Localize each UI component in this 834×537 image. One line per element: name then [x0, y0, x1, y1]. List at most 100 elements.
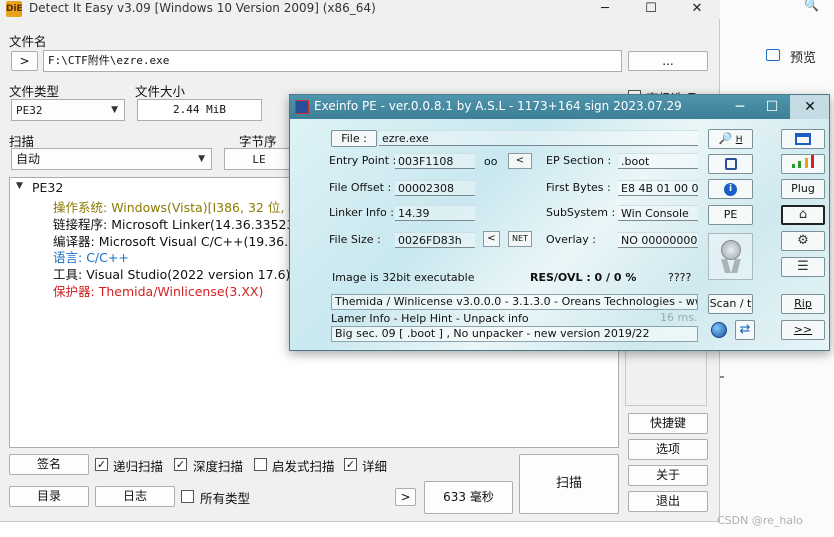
lamer-info-link[interactable]: Lamer Info - Help Hint - Unpack info — [331, 312, 529, 325]
settings-button[interactable]: ⚙ — [781, 231, 825, 251]
home-button[interactable]: ⌂ — [781, 205, 825, 225]
file-offset-value: 00002308 — [395, 180, 475, 196]
unknown-text: ???? — [668, 271, 692, 284]
refresh-icon: ⇄ — [739, 322, 751, 337]
refresh-button[interactable]: ⇄ — [735, 320, 755, 340]
file-size-label: File Size : — [329, 233, 381, 246]
tree-row-value: Windows(Vista)[I386, 32 位, 控制 — [111, 200, 314, 215]
options-button[interactable]: 选项 — [628, 439, 708, 460]
tree-row-value: Microsoft Linker(14.36.33523) — [111, 216, 300, 232]
window-title: Detect It Easy v3.09 [Windows 10 Version… — [29, 1, 376, 15]
tree-row-separator: : — [78, 250, 87, 266]
file-button[interactable]: File : — [331, 130, 377, 147]
ep-section-value: .boot — [618, 153, 698, 169]
all-types-checkbox[interactable] — [181, 490, 194, 503]
tree-row-key: 工具 — [53, 267, 79, 283]
scan-mode-value: 自动 — [16, 152, 41, 166]
watermark: CSDN @re_halo — [717, 514, 803, 527]
tree-root[interactable]: PE32 — [32, 180, 63, 195]
file-name-field: ezre.exe — [379, 130, 698, 146]
pe-button[interactable]: PE — [708, 205, 753, 225]
scan-button[interactable]: 扫描 — [519, 454, 619, 514]
scan-time-text: 16 ms. — [660, 311, 698, 324]
endian-select[interactable]: LE — [224, 148, 294, 170]
plug-button[interactable]: Plug — [781, 179, 825, 199]
exeinfo-logo-icon — [295, 100, 309, 114]
sections-button[interactable] — [708, 154, 753, 174]
about-button[interactable]: 关于 — [628, 465, 708, 486]
ep-prev-button[interactable]: < — [508, 153, 532, 169]
shortcuts-button[interactable]: 快捷键 — [628, 413, 708, 434]
expand-arrow-button[interactable]: > — [395, 488, 416, 506]
title-bar: DiE Detect It Easy v3.09 [Windows 10 Ver… — [0, 0, 720, 19]
bar-chart-icon — [791, 155, 815, 174]
tree-row-key: 链接程序 — [53, 216, 104, 232]
close-button[interactable]: ✕ — [795, 97, 825, 117]
net-button[interactable]: NET — [508, 231, 532, 247]
close-button[interactable]: ✕ — [674, 0, 720, 19]
tree-row-key: 语言 — [53, 250, 79, 266]
exeinfo-title: Exeinfo PE - ver.0.0.8.1 by A.S.L - 1173… — [314, 99, 682, 113]
tree-row-key: 操作系统 — [53, 200, 104, 215]
maximize-button[interactable]: ☐ — [757, 97, 787, 117]
file-path-input[interactable]: F:\CTF附件\ezre.exe — [43, 50, 622, 72]
exeinfo-window: Exeinfo PE - ver.0.0.8.1 by A.S.L - 1173… — [289, 94, 830, 351]
tree-row-separator: : — [78, 267, 87, 283]
linker-info-value: 14.39 — [395, 205, 475, 221]
signature-button[interactable]: 签名 — [9, 454, 89, 475]
directory-button[interactable]: 目录 — [9, 486, 89, 507]
entry-point-label: Entry Point : — [329, 154, 397, 167]
chevron-down-icon: ▼ — [198, 154, 205, 164]
maximize-button[interactable]: ☐ — [628, 0, 674, 19]
first-bytes-label: First Bytes : — [546, 181, 611, 194]
app-logo-icon: DiE — [6, 1, 23, 17]
search-icon[interactable]: 🔍 — [804, 0, 819, 12]
tree-expand-icon[interactable]: ▼ — [16, 181, 23, 191]
stack-icon — [724, 158, 737, 170]
tree-row-separator: : — [103, 216, 112, 232]
file-type-select[interactable]: PE32 ▼ — [11, 99, 125, 121]
preview-icon — [766, 49, 780, 61]
search-icon: 🔎 — [718, 132, 733, 145]
window-button[interactable] — [781, 129, 825, 149]
big-section-info: Big sec. 09 [ .boot ] , No unpacker - ne… — [331, 326, 698, 342]
deep-scan-checkbox[interactable]: ✓ — [174, 458, 187, 471]
verbose-checkbox[interactable]: ✓ — [344, 458, 357, 471]
next-button[interactable]: >> — [781, 320, 825, 340]
tree-detect-row[interactable]: 保护器: Themida/Winlicense(3.XX) — [53, 281, 263, 300]
search-hex-button[interactable]: 🔎 H — [708, 129, 753, 149]
endian-value: LE — [252, 153, 266, 166]
scroll-mark — [720, 376, 724, 378]
gear-icon: ⚙ — [797, 233, 809, 248]
tree-row-separator: : — [103, 200, 112, 215]
deep-scan-label: 深度扫描 — [193, 459, 244, 474]
heuristic-scan-checkbox[interactable] — [254, 458, 267, 471]
scan-time-display: 633 毫秒 — [424, 481, 513, 514]
globe-icon[interactable] — [711, 322, 727, 338]
file-type-value: PE32 — [16, 104, 43, 117]
scan-t-button[interactable]: Scan / t — [708, 294, 753, 314]
preview-label[interactable]: 预览 — [790, 47, 816, 66]
file-name-label: 文件名 — [9, 34, 47, 49]
size-prev-button[interactable]: < — [483, 231, 500, 247]
linker-info-label: Linker Info : — [329, 206, 394, 219]
scan-mode-select[interactable]: 自动 ▼ — [11, 148, 212, 170]
menu-button[interactable]: ☰ — [781, 257, 825, 277]
chart-button[interactable] — [781, 154, 825, 174]
open-file-arrow-button[interactable]: > — [11, 51, 38, 71]
subsystem-value: Win Console — [618, 205, 698, 221]
recursive-scan-checkbox[interactable]: ✓ — [95, 458, 108, 471]
oo-button[interactable]: oo — [484, 155, 497, 168]
info-button[interactable]: i — [708, 179, 753, 199]
entry-point-value: 003F1108 — [395, 153, 475, 169]
file-size-field: 2.44 MiB — [137, 99, 262, 121]
rip-button[interactable]: Rip — [781, 294, 825, 314]
minimize-button[interactable]: ─ — [725, 97, 755, 117]
exit-button[interactable]: 退出 — [628, 491, 708, 512]
ep-section-label: EP Section : — [546, 154, 612, 167]
minimize-button[interactable]: ─ — [582, 0, 628, 19]
recursive-scan-label: 递归扫描 — [113, 459, 164, 474]
log-button[interactable]: 日志 — [95, 486, 175, 507]
file-type-label: 文件类型 — [9, 84, 60, 99]
browse-button[interactable]: ... — [628, 51, 708, 71]
